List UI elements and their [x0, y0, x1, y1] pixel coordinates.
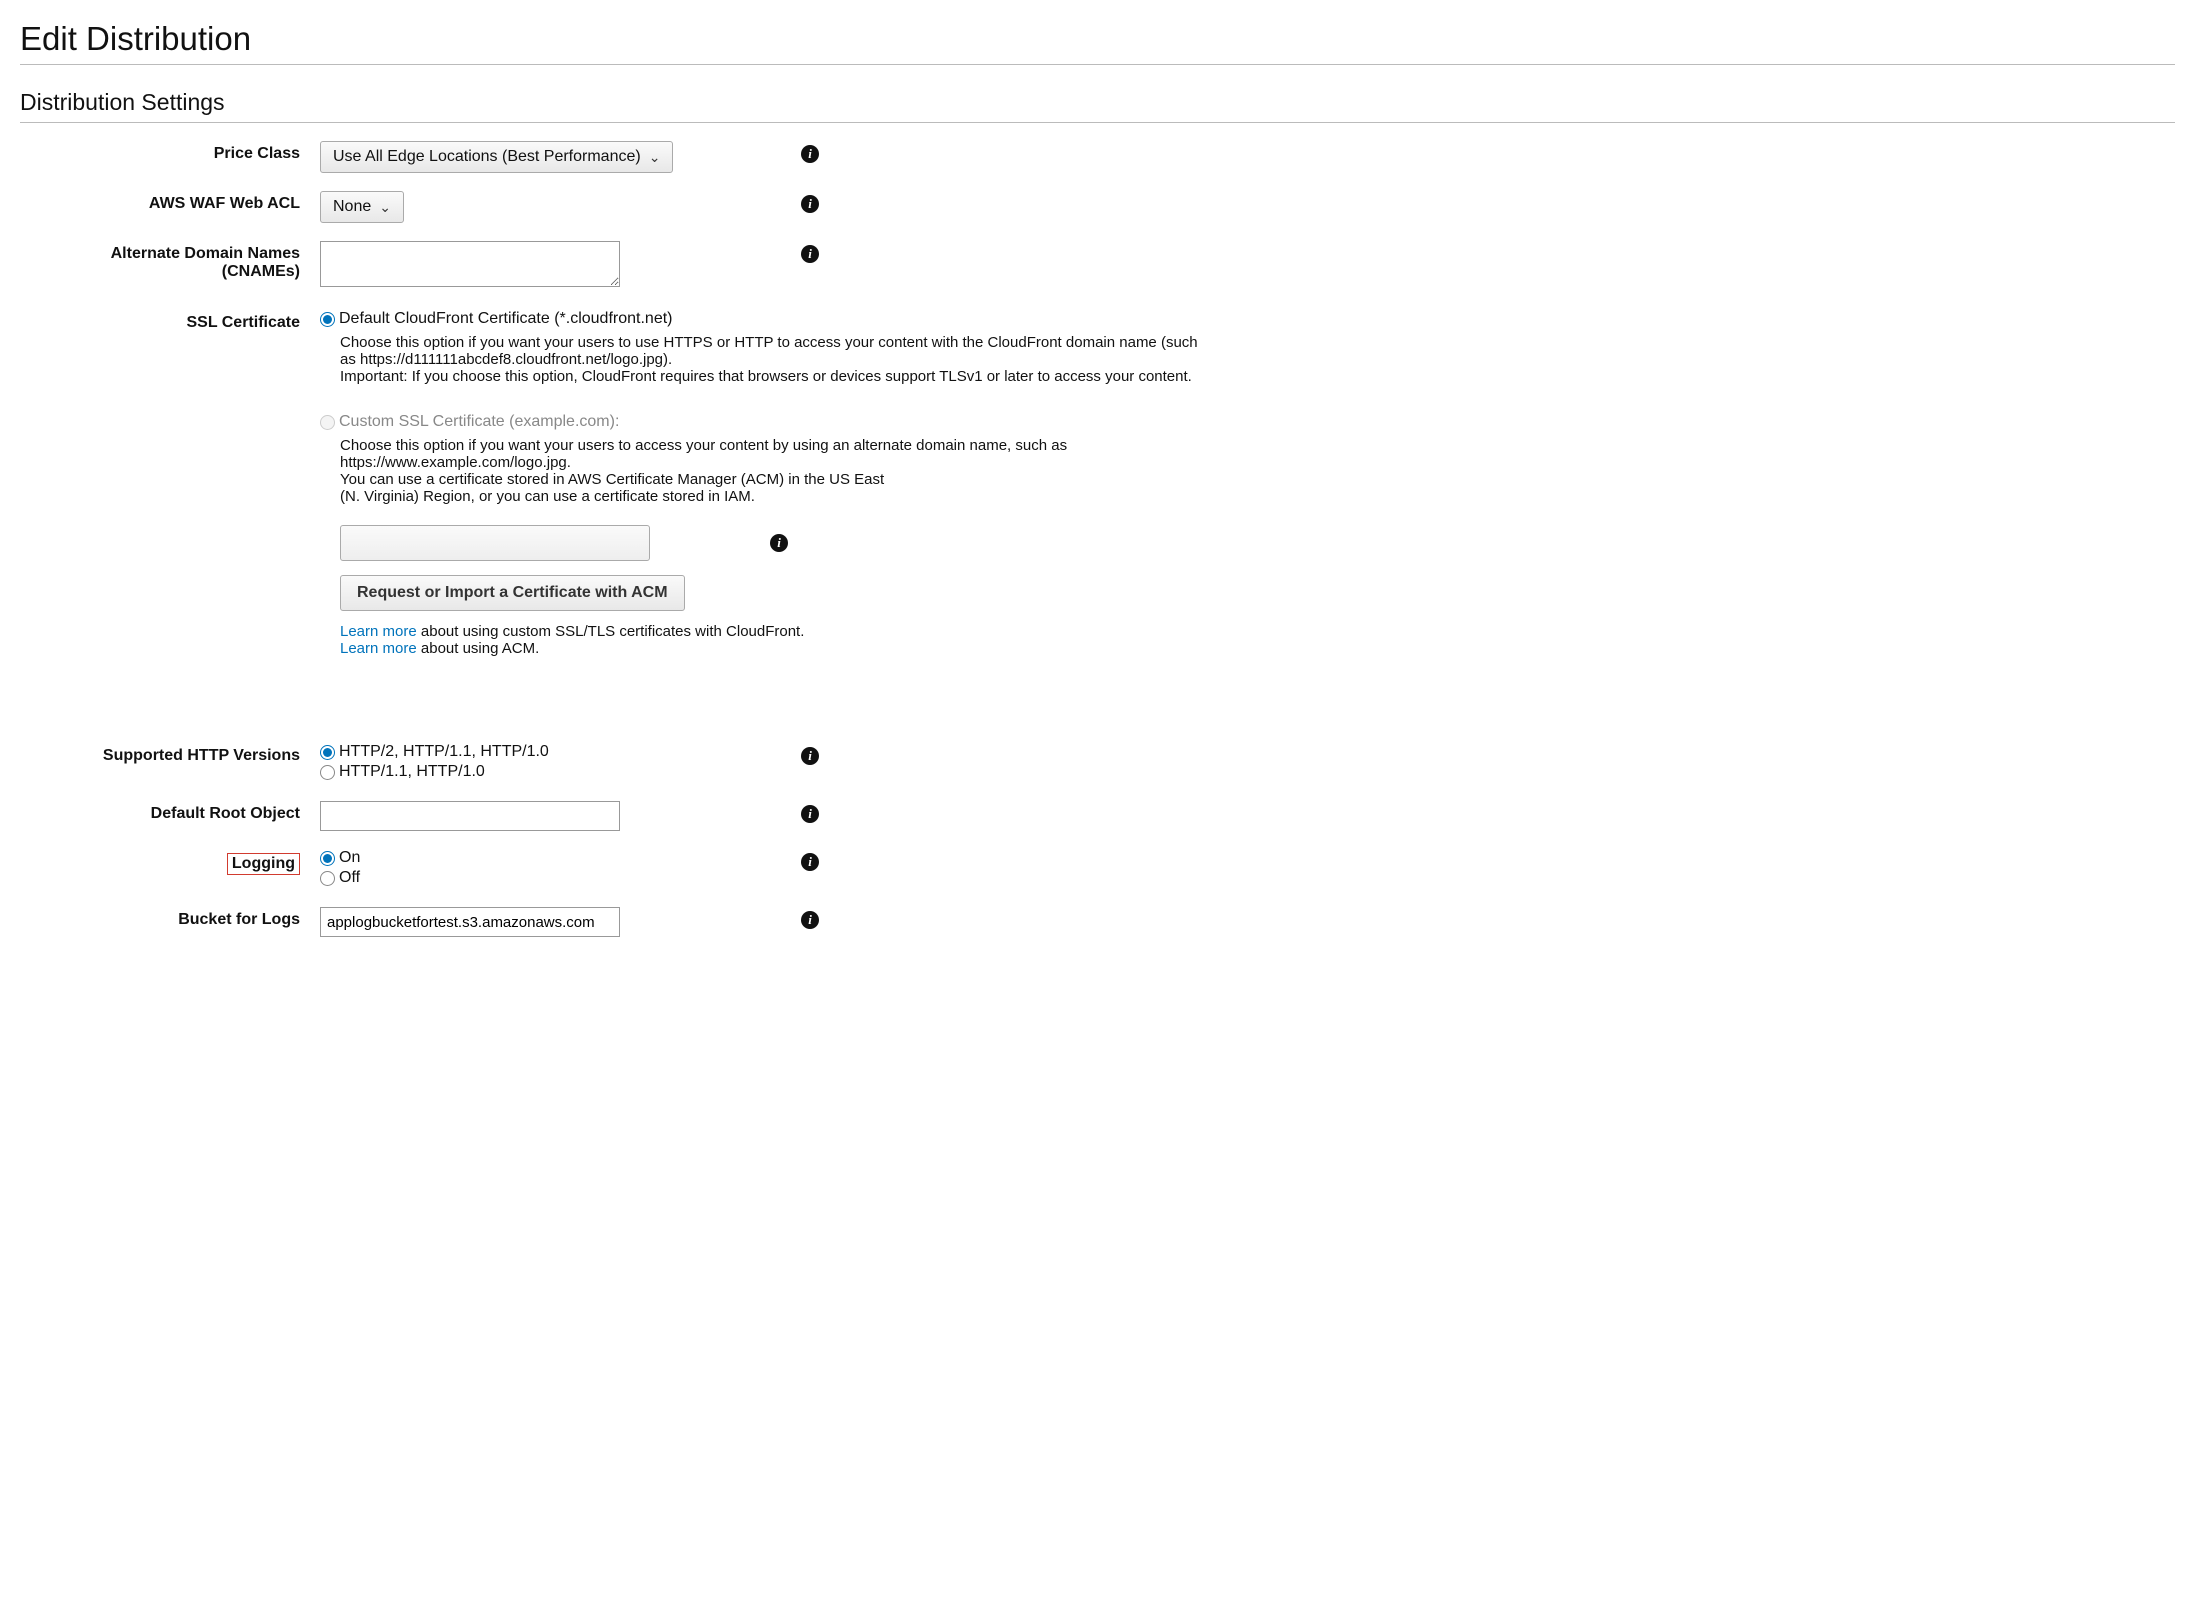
chevron-down-icon: ⌄: [379, 199, 391, 216]
waf-select[interactable]: None ⌄: [320, 191, 404, 223]
radio-icon: [320, 415, 335, 430]
http-opt1-label: HTTP/2, HTTP/1.1, HTTP/1.0: [339, 743, 549, 761]
row-waf: AWS WAF Web ACL None ⌄ i: [20, 191, 2175, 223]
info-icon[interactable]: i: [801, 853, 819, 871]
info-icon[interactable]: i: [801, 145, 819, 163]
label-cnames: Alternate Domain Names (CNAMEs): [20, 241, 320, 281]
cnames-textarea[interactable]: [320, 241, 620, 287]
learn-more-ssl-link[interactable]: Learn more: [340, 623, 417, 640]
waf-value: None: [333, 198, 371, 216]
info-icon[interactable]: i: [801, 195, 819, 213]
logging-off-row[interactable]: Off: [320, 869, 760, 887]
row-price-class: Price Class Use All Edge Locations (Best…: [20, 141, 2175, 173]
label-price-class: Price Class: [20, 141, 320, 163]
info-icon[interactable]: i: [770, 534, 788, 552]
row-root-object: Default Root Object i: [20, 801, 2175, 831]
ssl-custom-desc: Choose this option if you want your user…: [340, 437, 1210, 505]
logging-on-row[interactable]: On: [320, 849, 760, 867]
price-class-select[interactable]: Use All Edge Locations (Best Performance…: [320, 141, 673, 173]
radio-icon[interactable]: [320, 871, 335, 886]
learn-acm-suffix: about using ACM.: [417, 640, 540, 657]
row-bucket: Bucket for Logs i: [20, 907, 2175, 937]
learn-more-acm-link[interactable]: Learn more: [340, 640, 417, 657]
ssl-default-label: Default CloudFront Certificate (*.cloudf…: [339, 310, 672, 328]
radio-icon[interactable]: [320, 312, 335, 327]
learn-ssl-suffix: about using custom SSL/TLS certificates …: [417, 623, 805, 640]
ssl-default-desc: Choose this option if you want your user…: [340, 334, 1210, 385]
radio-icon[interactable]: [320, 745, 335, 760]
ssl-custom-label: Custom SSL Certificate (example.com):: [339, 413, 619, 431]
logging-off-label: Off: [339, 869, 360, 887]
info-icon[interactable]: i: [801, 911, 819, 929]
label-bucket: Bucket for Logs: [20, 907, 320, 929]
http-opt2-label: HTTP/1.1, HTTP/1.0: [339, 763, 485, 781]
radio-icon[interactable]: [320, 765, 335, 780]
logging-on-label: On: [339, 849, 360, 867]
row-cnames: Alternate Domain Names (CNAMEs) i: [20, 241, 2175, 292]
http-opt2-row[interactable]: HTTP/1.1, HTTP/1.0: [320, 763, 760, 781]
ssl-default-radio-row[interactable]: Default CloudFront Certificate (*.cloudf…: [320, 310, 2175, 328]
radio-icon[interactable]: [320, 851, 335, 866]
info-icon[interactable]: i: [801, 747, 819, 765]
row-http-versions: Supported HTTP Versions HTTP/2, HTTP/1.1…: [20, 743, 2175, 783]
label-ssl: SSL Certificate: [20, 310, 320, 332]
label-root: Default Root Object: [20, 801, 320, 823]
row-logging: Logging On Off i: [20, 849, 2175, 889]
price-class-value: Use All Edge Locations (Best Performance…: [333, 148, 641, 166]
label-waf: AWS WAF Web ACL: [20, 191, 320, 213]
row-ssl: SSL Certificate Default CloudFront Certi…: [20, 310, 2175, 657]
root-object-input[interactable]: [320, 801, 620, 831]
info-icon[interactable]: i: [801, 245, 819, 263]
request-certificate-button[interactable]: Request or Import a Certificate with ACM: [340, 575, 685, 611]
section-title: Distribution Settings: [20, 89, 2175, 123]
chevron-down-icon: ⌄: [649, 149, 661, 166]
info-icon[interactable]: i: [801, 805, 819, 823]
http-opt1-row[interactable]: HTTP/2, HTTP/1.1, HTTP/1.0: [320, 743, 760, 761]
bucket-input[interactable]: [320, 907, 620, 937]
label-http: Supported HTTP Versions: [20, 743, 320, 765]
page-title: Edit Distribution: [20, 20, 2175, 65]
label-logging-highlight: Logging: [227, 853, 300, 875]
ssl-custom-radio-row: Custom SSL Certificate (example.com):: [320, 413, 2175, 431]
custom-cert-input: [340, 525, 650, 561]
